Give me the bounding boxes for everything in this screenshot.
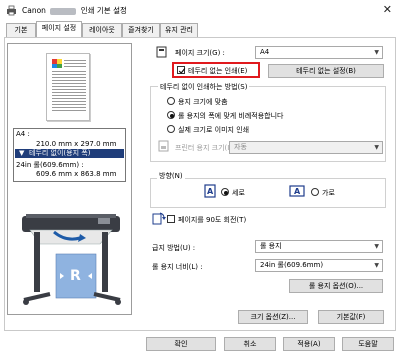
borderless-settings-button[interactable]: 테두리 없는 설정(B) [268, 64, 384, 78]
tab-layout[interactable]: 레이아웃 [82, 23, 122, 37]
rotate-page-icon [152, 212, 166, 225]
radio-portrait[interactable] [221, 188, 229, 196]
borderless-label: 테두리 없는 인쇄(E) [188, 67, 248, 75]
fit-roll-width-label: 롤 용지의 폭에 맞게 비례적용합니다 [178, 112, 284, 120]
printer-name-redacted [50, 7, 77, 15]
page-size-value: A4 [260, 48, 270, 56]
help-button[interactable]: 도움말 [342, 337, 394, 351]
portrait-icon: A [204, 184, 216, 198]
window-title: Canon 인쇄 기본 설정 [22, 5, 127, 16]
title-bar: Canon 인쇄 기본 설정 ✕ [0, 0, 400, 22]
landscape-label: 가로 [322, 189, 335, 197]
defaults-button[interactable]: 기본값(F) [318, 310, 384, 324]
chevron-down-icon: ▼ [374, 262, 379, 269]
landscape-icon: A [289, 185, 305, 197]
actual-size-label: 실제 크기로 이미지 인쇄 [178, 126, 250, 134]
roll-width-select[interactable]: 24in 롤(609.6mm) ▼ [255, 259, 383, 272]
feed-method-value: 롤 용지 [260, 242, 282, 250]
page-preview [46, 53, 90, 121]
borderless-banner: ▼ 테두리 없이(용지 폭) [15, 149, 124, 158]
apply-button[interactable]: 적용(A) [283, 337, 335, 351]
ok-button[interactable]: 확인 [146, 337, 216, 351]
roll-size-dims: 609.6 mm x 863.8 mm [36, 170, 117, 178]
check-icon [178, 68, 186, 74]
chevron-down-icon: ▼ [374, 144, 379, 151]
roll-options-button[interactable]: 롤 용지 옵션(O)... [289, 279, 383, 293]
tab-favorites[interactable]: 즐겨찾기 [122, 23, 160, 37]
picture-icon [52, 59, 62, 68]
tab-label: 즐겨찾기 [128, 26, 154, 34]
fit-paper-label: 용지 크기에 맞춤 [178, 98, 228, 106]
roll-width-label: 롤 용지 너비(L) : [152, 263, 203, 271]
page-size-info: A4 : [16, 130, 30, 138]
radio-fit-paper[interactable] [167, 97, 175, 105]
chevron-down-icon: ▼ [374, 49, 379, 56]
radio-fit-roll-width[interactable] [167, 111, 175, 119]
roll-width-value: 24in 롤(609.6mm) [260, 261, 324, 269]
printer-icon [7, 5, 16, 16]
page-size-dims: 210.0 mm x 297.0 mm [36, 140, 117, 148]
banner-text: 테두리 없이(용지 폭) [29, 149, 91, 157]
down-arrow-icon: ▼ [19, 149, 25, 157]
method-group-title: 테두리 없이 인쇄하는 방법(S) [158, 82, 250, 92]
chevron-down-icon: ▼ [374, 243, 379, 250]
tab-page-setup[interactable]: 페이지 설정 [36, 21, 82, 38]
tab-label: 레이아웃 [89, 26, 115, 34]
tab-label: 기본 [14, 26, 28, 34]
portrait-label: 세로 [232, 189, 245, 197]
page-size-label: 페이지 크기(G) : [175, 49, 225, 57]
feed-method-label: 급지 방법(U) : [152, 244, 196, 252]
page-size-select[interactable]: A4 ▼ [255, 46, 383, 59]
close-icon[interactable]: ✕ [383, 3, 392, 16]
tab-label: 페이지 설정 [41, 24, 77, 32]
tab-label: 유지 관리 [165, 26, 193, 34]
svg-text:A: A [294, 187, 301, 196]
svg-text:R: R [70, 268, 81, 284]
svg-text:A: A [207, 187, 214, 196]
rotate-90-checkbox[interactable] [167, 215, 175, 223]
printer-paper-icon [158, 140, 169, 152]
roll-size-info: 24in 롤(609.6mm) : [16, 161, 84, 169]
orientation-group [150, 178, 386, 208]
printer-paper-label: 프린터 용지 크기(I) : [175, 144, 237, 152]
cancel-button[interactable]: 취소 [224, 337, 276, 351]
orientation-title: 방향(N) [157, 171, 185, 181]
preview-panel: A4 : 210.0 mm x 297.0 mm ▼ 테두리 없이(용지 폭) … [7, 43, 132, 315]
printer-paper-select[interactable]: 자동 ▼ [229, 141, 383, 154]
tab-maintenance[interactable]: 유지 관리 [160, 23, 198, 37]
printer-paper-value: 자동 [234, 143, 247, 151]
title-prefix: Canon [22, 6, 46, 15]
borderless-checkbox[interactable] [177, 66, 186, 74]
printer-illustration: R [22, 214, 121, 305]
radio-landscape[interactable] [311, 188, 319, 196]
page-size-icon [156, 46, 167, 58]
tab-basic[interactable]: 기본 [6, 23, 36, 37]
radio-actual-size[interactable] [167, 125, 175, 133]
title-suffix: 인쇄 기본 설정 [80, 6, 127, 15]
size-options-button[interactable]: 크기 옵션(Z)... [238, 310, 308, 324]
size-info-box: A4 : 210.0 mm x 297.0 mm ▼ 테두리 없이(용지 폭) … [13, 128, 126, 182]
rotate-90-label: 페이지를 90도 회전(T) [178, 216, 247, 224]
feed-method-select[interactable]: 롤 용지 ▼ [255, 240, 383, 253]
